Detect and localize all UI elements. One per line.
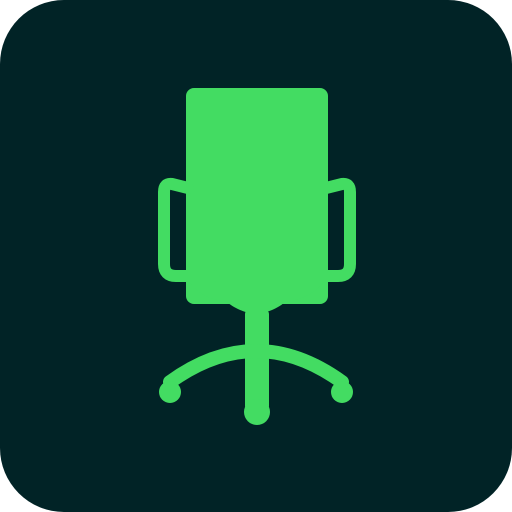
wheel-right <box>331 381 353 403</box>
wheel-center <box>244 399 270 425</box>
app-icon[interactable] <box>0 0 512 512</box>
office-chair-icon <box>158 88 356 425</box>
app-icon-stage <box>0 0 512 512</box>
chair-column <box>245 310 269 410</box>
wheel-left <box>159 381 181 403</box>
